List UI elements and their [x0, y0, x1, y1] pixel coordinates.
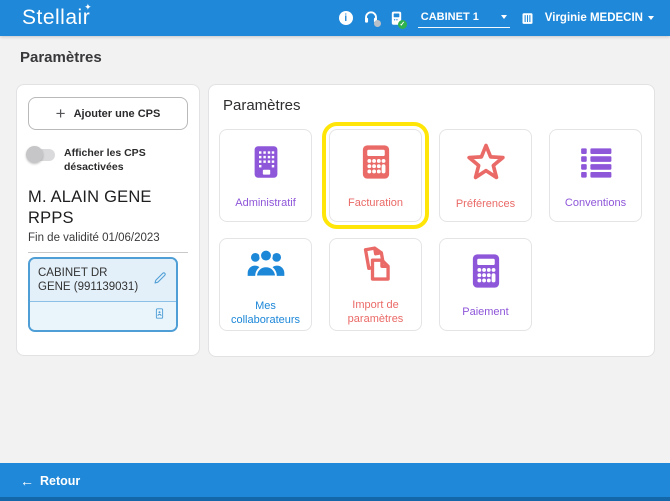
tile-label: Import de paramètres	[330, 298, 421, 327]
sparkle-icon: ✦	[84, 2, 92, 13]
parameters-panel: Paramètres Administratif Facturation Pré…	[208, 84, 655, 357]
tile-mes-collaborateurs[interactable]: Mes collaborateurs	[219, 238, 312, 331]
assistance-status-icon[interactable]	[363, 10, 379, 26]
cabinet-select-value: CABINET 1	[421, 11, 479, 23]
show-disabled-cps-toggle[interactable]	[28, 149, 55, 161]
tile-label: Préférences	[453, 197, 518, 211]
top-bar: Stellair✦ i ✓ CABINET 1 Virginie MEDECIN	[0, 0, 670, 36]
tile-label: Conventions	[562, 196, 629, 210]
info-icon[interactable]: i	[339, 11, 353, 25]
offline-status-dot	[374, 20, 381, 27]
cps-card-icon	[520, 11, 535, 26]
cps-holder-name: M. ALAIN GENE RPPS	[28, 187, 168, 228]
tile-label: Administratif	[232, 196, 299, 210]
building-icon	[245, 141, 287, 188]
edit-icon[interactable]	[152, 270, 168, 291]
toggle-label: Afficher les CPS désactivées	[64, 147, 159, 174]
list-icon	[575, 141, 617, 188]
tiles-grid: Administratif Facturation Préférences Co…	[219, 129, 654, 331]
calculator-icon	[355, 141, 397, 188]
id-badge-icon[interactable]	[152, 306, 167, 326]
copy-icon	[355, 243, 397, 290]
add-cps-label: Ajouter une CPS	[74, 108, 161, 120]
logo-text: Stellair	[22, 6, 90, 29]
tile-administratif[interactable]: Administratif	[219, 129, 312, 222]
back-arrow-icon: ←	[20, 473, 34, 489]
user-name: Virginie MEDECIN	[545, 12, 643, 24]
cabinet-select[interactable]: CABINET 1	[418, 9, 510, 28]
cabinet-secondary-row[interactable]	[30, 301, 176, 330]
tile-paiement[interactable]: Paiement	[439, 238, 532, 331]
tile-label: Mes collaborateurs	[220, 299, 311, 328]
cabinet-name: CABINET DR GENE (991139031)	[38, 266, 142, 296]
tile-label: Facturation	[345, 196, 406, 210]
divider	[28, 252, 188, 253]
card-reader-status-icon[interactable]: ✓	[389, 10, 404, 27]
cabinet-box: CABINET DR GENE (991139031)	[28, 257, 178, 333]
plus-icon: +	[56, 105, 66, 122]
cabinet-row[interactable]: CABINET DR GENE (991139031)	[30, 259, 176, 302]
star-icon	[464, 140, 508, 189]
tile-import-de-parametres[interactable]: Import de paramètres	[329, 238, 422, 331]
user-menu[interactable]: Virginie MEDECIN	[545, 12, 654, 24]
calculator-icon	[465, 250, 507, 297]
toggle-knob	[26, 146, 43, 163]
people-icon	[244, 242, 288, 291]
stellair-logo: Stellair✦	[22, 6, 90, 30]
cps-sidebar-card: + Ajouter une CPS Afficher les CPS désac…	[16, 84, 200, 356]
tile-label: Paiement	[459, 305, 511, 319]
tile-preferences[interactable]: Préférences	[439, 129, 532, 222]
cps-validity: Fin de validité 01/06/2023	[28, 232, 188, 244]
tile-facturation[interactable]: Facturation	[329, 129, 422, 222]
back-button[interactable]: ← Retour	[20, 473, 80, 489]
show-disabled-cps-row: Afficher les CPS désactivées	[28, 147, 188, 174]
app-root: Stellair✦ i ✓ CABINET 1 Virginie MEDECIN	[0, 0, 670, 501]
bottom-bar: ← Retour	[0, 463, 670, 501]
topbar-actions: i ✓ CABINET 1 Virginie MEDECIN	[339, 9, 654, 28]
bottom-strip	[0, 497, 670, 501]
chevron-down-icon	[648, 16, 654, 20]
reader-ok-badge: ✓	[398, 20, 407, 29]
back-label: Retour	[40, 474, 80, 488]
add-cps-button[interactable]: + Ajouter une CPS	[28, 97, 188, 130]
tile-conventions[interactable]: Conventions	[549, 129, 642, 222]
chevron-down-icon	[501, 15, 507, 19]
panel-title: Paramètres	[223, 97, 654, 114]
page-title: Paramètres	[20, 49, 102, 66]
